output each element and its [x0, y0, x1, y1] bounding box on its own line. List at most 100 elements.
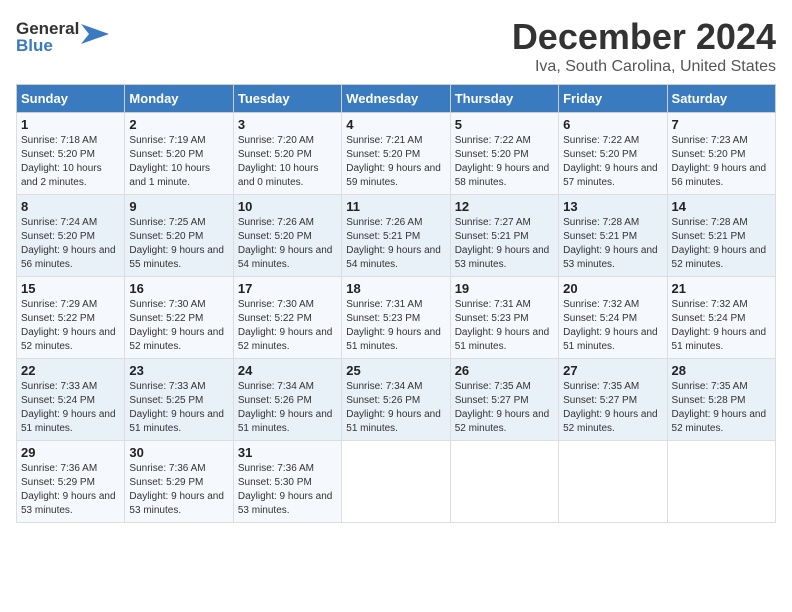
day-cell-7: 7 Sunrise: 7:23 AMSunset: 5:20 PMDaylight…	[667, 113, 775, 195]
header-saturday: Saturday	[667, 85, 775, 113]
day-cell-5: 5 Sunrise: 7:22 AMSunset: 5:20 PMDaylight…	[450, 113, 558, 195]
day-number: 30	[129, 445, 228, 460]
day-info: Sunrise: 7:26 AMSunset: 5:21 PMDaylight:…	[346, 216, 445, 272]
day-number: 14	[672, 199, 771, 214]
logo-bird-icon	[81, 16, 111, 57]
day-cell-27: 27Sunrise: 7:35 AMSunset: 5:27 PMDayligh…	[559, 359, 667, 441]
logo-blue: Blue	[16, 37, 79, 54]
calendar-week-5: 29 Sunrise: 7:36 AMSunset: 5:29 PMDayligh…	[17, 441, 776, 523]
header-thursday: Thursday	[450, 85, 558, 113]
day-cell-28: 28 Sunrise: 7:35 AMSunset: 5:28 PMDayligh…	[667, 359, 775, 441]
day-cell-14: 14 Sunrise: 7:28 AMSunset: 5:21 PMDayligh…	[667, 195, 775, 277]
day-cell-1: 1 Sunrise: 7:18 AMSunset: 5:20 PMDaylight…	[17, 113, 125, 195]
day-number: 13	[563, 199, 662, 214]
day-number: 12	[455, 199, 554, 214]
day-number: 31	[238, 445, 337, 460]
day-number: 28	[672, 363, 771, 378]
day-number: 29	[21, 445, 120, 460]
day-number: 22	[21, 363, 120, 378]
header-monday: Monday	[125, 85, 233, 113]
day-number: 3	[238, 117, 337, 132]
day-cell-15: 15 Sunrise: 7:29 AMSunset: 5:22 PMDayligh…	[17, 277, 125, 359]
calendar-week-3: 15 Sunrise: 7:29 AMSunset: 5:22 PMDayligh…	[17, 277, 776, 359]
day-info: Sunrise: 7:31 AMSunset: 5:23 PMDaylight:…	[346, 298, 445, 354]
day-number: 20	[563, 281, 662, 296]
calendar-week-2: 8 Sunrise: 7:24 AMSunset: 5:20 PMDaylight…	[17, 195, 776, 277]
day-cell-25: 25Sunrise: 7:34 AMSunset: 5:26 PMDayligh…	[342, 359, 450, 441]
empty-cell	[342, 441, 450, 523]
day-cell-31: 31 Sunrise: 7:36 AMSunset: 5:30 PMDayligh…	[233, 441, 341, 523]
calendar-table: SundayMondayTuesdayWednesdayThursdayFrid…	[16, 84, 776, 523]
day-number: 19	[455, 281, 554, 296]
day-info: Sunrise: 7:22 AMSunset: 5:20 PMDaylight:…	[455, 134, 554, 190]
day-info: Sunrise: 7:24 AMSunset: 5:20 PMDaylight:…	[21, 216, 120, 272]
day-info: Sunrise: 7:35 AMSunset: 5:27 PMDaylight:…	[455, 380, 554, 436]
day-cell-23: 23 Sunrise: 7:33 AMSunset: 5:25 PMDayligh…	[125, 359, 233, 441]
day-number: 2	[129, 117, 228, 132]
day-number: 5	[455, 117, 554, 132]
day-info: Sunrise: 7:30 AMSunset: 5:22 PMDaylight:…	[238, 298, 337, 354]
day-number: 27	[563, 363, 662, 378]
day-cell-3: 3Sunrise: 7:20 AMSunset: 5:20 PMDaylight…	[233, 113, 341, 195]
day-info: Sunrise: 7:35 AMSunset: 5:28 PMDaylight:…	[672, 380, 771, 436]
day-cell-16: 16Sunrise: 7:30 AMSunset: 5:22 PMDayligh…	[125, 277, 233, 359]
day-cell-24: 24 Sunrise: 7:34 AMSunset: 5:26 PMDayligh…	[233, 359, 341, 441]
day-cell-2: 2 Sunrise: 7:19 AMSunset: 5:20 PMDaylight…	[125, 113, 233, 195]
day-cell-18: 18 Sunrise: 7:31 AMSunset: 5:23 PMDayligh…	[342, 277, 450, 359]
day-info: Sunrise: 7:19 AMSunset: 5:20 PMDaylight:…	[129, 134, 228, 190]
day-cell-21: 21 Sunrise: 7:32 AMSunset: 5:24 PMDayligh…	[667, 277, 775, 359]
day-cell-22: 22Sunrise: 7:33 AMSunset: 5:24 PMDayligh…	[17, 359, 125, 441]
day-cell-8: 8 Sunrise: 7:24 AMSunset: 5:20 PMDaylight…	[17, 195, 125, 277]
day-number: 23	[129, 363, 228, 378]
calendar-week-4: 22Sunrise: 7:33 AMSunset: 5:24 PMDayligh…	[17, 359, 776, 441]
day-number: 15	[21, 281, 120, 296]
header: General Blue December 2024 Iva, South Ca…	[16, 16, 776, 76]
day-number: 24	[238, 363, 337, 378]
day-info: Sunrise: 7:34 AMSunset: 5:26 PMDaylight:…	[238, 380, 337, 436]
day-number: 9	[129, 199, 228, 214]
day-info: Sunrise: 7:31 AMSunset: 5:23 PMDaylight:…	[455, 298, 554, 354]
day-number: 4	[346, 117, 445, 132]
day-number: 8	[21, 199, 120, 214]
day-info: Sunrise: 7:36 AMSunset: 5:29 PMDaylight:…	[129, 462, 228, 518]
day-number: 7	[672, 117, 771, 132]
day-info: Sunrise: 7:18 AMSunset: 5:20 PMDaylight:…	[21, 134, 120, 190]
day-cell-12: 12 Sunrise: 7:27 AMSunset: 5:21 PMDayligh…	[450, 195, 558, 277]
day-cell-20: 20 Sunrise: 7:32 AMSunset: 5:24 PMDayligh…	[559, 277, 667, 359]
day-cell-26: 26 Sunrise: 7:35 AMSunset: 5:27 PMDayligh…	[450, 359, 558, 441]
month-title: December 2024	[512, 16, 776, 58]
day-info: Sunrise: 7:32 AMSunset: 5:24 PMDaylight:…	[672, 298, 771, 354]
day-info: Sunrise: 7:32 AMSunset: 5:24 PMDaylight:…	[563, 298, 662, 354]
day-cell-9: 9Sunrise: 7:25 AMSunset: 5:20 PMDaylight…	[125, 195, 233, 277]
day-info: Sunrise: 7:28 AMSunset: 5:21 PMDaylight:…	[563, 216, 662, 272]
day-info: Sunrise: 7:28 AMSunset: 5:21 PMDaylight:…	[672, 216, 771, 272]
day-number: 21	[672, 281, 771, 296]
day-info: Sunrise: 7:22 AMSunset: 5:20 PMDaylight:…	[563, 134, 662, 190]
title-area: December 2024 Iva, South Carolina, Unite…	[512, 16, 776, 76]
day-number: 26	[455, 363, 554, 378]
day-cell-30: 30 Sunrise: 7:36 AMSunset: 5:29 PMDayligh…	[125, 441, 233, 523]
day-number: 1	[21, 117, 120, 132]
day-info: Sunrise: 7:27 AMSunset: 5:21 PMDaylight:…	[455, 216, 554, 272]
day-number: 6	[563, 117, 662, 132]
day-cell-10: 10 Sunrise: 7:26 AMSunset: 5:20 PMDayligh…	[233, 195, 341, 277]
day-info: Sunrise: 7:30 AMSunset: 5:22 PMDaylight:…	[129, 298, 228, 354]
day-number: 18	[346, 281, 445, 296]
header-wednesday: Wednesday	[342, 85, 450, 113]
day-info: Sunrise: 7:29 AMSunset: 5:22 PMDaylight:…	[21, 298, 120, 354]
day-info: Sunrise: 7:36 AMSunset: 5:30 PMDaylight:…	[238, 462, 337, 518]
empty-cell	[450, 441, 558, 523]
day-info: Sunrise: 7:36 AMSunset: 5:29 PMDaylight:…	[21, 462, 120, 518]
day-info: Sunrise: 7:26 AMSunset: 5:20 PMDaylight:…	[238, 216, 337, 272]
day-number: 10	[238, 199, 337, 214]
logo-general: General	[16, 20, 79, 37]
day-cell-13: 13 Sunrise: 7:28 AMSunset: 5:21 PMDayligh…	[559, 195, 667, 277]
day-cell-4: 4Sunrise: 7:21 AMSunset: 5:20 PMDaylight…	[342, 113, 450, 195]
day-info: Sunrise: 7:33 AMSunset: 5:25 PMDaylight:…	[129, 380, 228, 436]
day-cell-11: 11 Sunrise: 7:26 AMSunset: 5:21 PMDayligh…	[342, 195, 450, 277]
day-number: 11	[346, 199, 445, 214]
day-info: Sunrise: 7:23 AMSunset: 5:20 PMDaylight:…	[672, 134, 771, 190]
header-friday: Friday	[559, 85, 667, 113]
calendar-header-row: SundayMondayTuesdayWednesdayThursdayFrid…	[17, 85, 776, 113]
logo: General Blue	[16, 16, 111, 57]
